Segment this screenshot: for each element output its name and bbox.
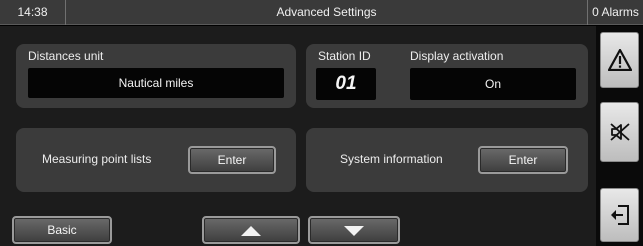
distances-unit-label: Distances unit <box>28 49 104 63</box>
alarm-mute-icon <box>609 123 630 141</box>
exit-button[interactable] <box>600 188 639 242</box>
distances-unit-field[interactable]: Nautical miles <box>28 68 284 98</box>
alarm-count[interactable]: 0 Alarms <box>587 0 643 25</box>
right-sidebar <box>596 26 643 246</box>
distances-unit-panel: Distances unit Nautical miles <box>16 44 296 108</box>
clock: 14:38 <box>0 0 66 25</box>
arrow-up-icon <box>241 226 261 236</box>
mute-alarm-button[interactable] <box>600 102 639 162</box>
warning-icon <box>607 49 632 71</box>
basic-button[interactable]: Basic <box>12 216 112 244</box>
system-information-enter-button[interactable]: Enter <box>478 146 568 174</box>
measuring-point-lists-panel: Measuring point lists Enter <box>16 128 296 192</box>
station-id-field[interactable]: 01 <box>316 68 376 100</box>
measuring-point-lists-label: Measuring point lists <box>42 152 152 166</box>
scroll-up-button[interactable] <box>202 216 300 244</box>
arrow-down-icon <box>344 226 364 236</box>
station-panel: Station ID 01 Display activation On <box>306 44 588 108</box>
scroll-down-button[interactable] <box>308 216 400 244</box>
page-title: Advanced Settings <box>276 5 377 19</box>
measuring-point-lists-enter-button[interactable]: Enter <box>188 146 276 174</box>
system-information-label: System information <box>340 152 443 166</box>
display-activation-field[interactable]: On <box>410 68 576 100</box>
station-id-label: Station ID <box>318 49 371 63</box>
system-information-panel: System information Enter <box>306 128 588 192</box>
settings-main-area: Distances unit Nautical miles Station ID… <box>0 26 596 246</box>
basic-button-label: Basic <box>47 223 77 237</box>
warning-button[interactable] <box>600 32 639 88</box>
display-activation-label: Display activation <box>410 49 504 63</box>
top-status-bar: 14:38 Advanced Settings 0 Alarms <box>0 0 643 25</box>
exit-icon <box>610 205 629 225</box>
